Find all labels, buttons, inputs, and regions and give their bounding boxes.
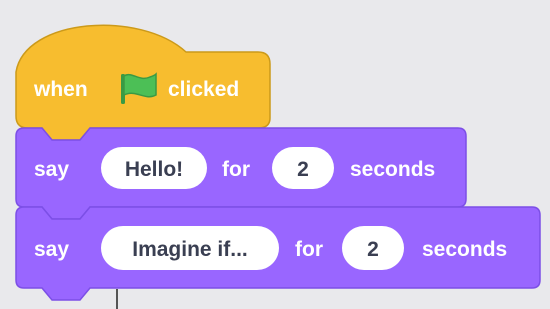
say-verb-label: say (34, 238, 69, 261)
say-block-1[interactable]: say Hello! for 2 seconds (15, 127, 467, 220)
hat-clicked-label: clicked (168, 78, 239, 101)
code-area: when clicked say Hello! for 2 seconds sa… (0, 0, 550, 309)
say-block-2[interactable]: say Imagine if... for 2 seconds (15, 206, 541, 301)
hat-when-label: when (33, 78, 88, 101)
for-label: for (222, 158, 250, 181)
seconds-input-text: 2 (297, 158, 309, 181)
seconds-label: seconds (350, 158, 435, 181)
for-label: for (295, 238, 323, 261)
seconds-input-text: 2 (367, 238, 379, 261)
message-input-text: Imagine if... (132, 238, 248, 261)
script-stack: when clicked say Hello! for 2 seconds sa… (15, 24, 541, 309)
when-flag-clicked-block[interactable]: when clicked (15, 24, 271, 141)
seconds-label: seconds (422, 238, 507, 261)
message-input-text: Hello! (125, 158, 183, 181)
say-verb-label: say (34, 158, 69, 181)
